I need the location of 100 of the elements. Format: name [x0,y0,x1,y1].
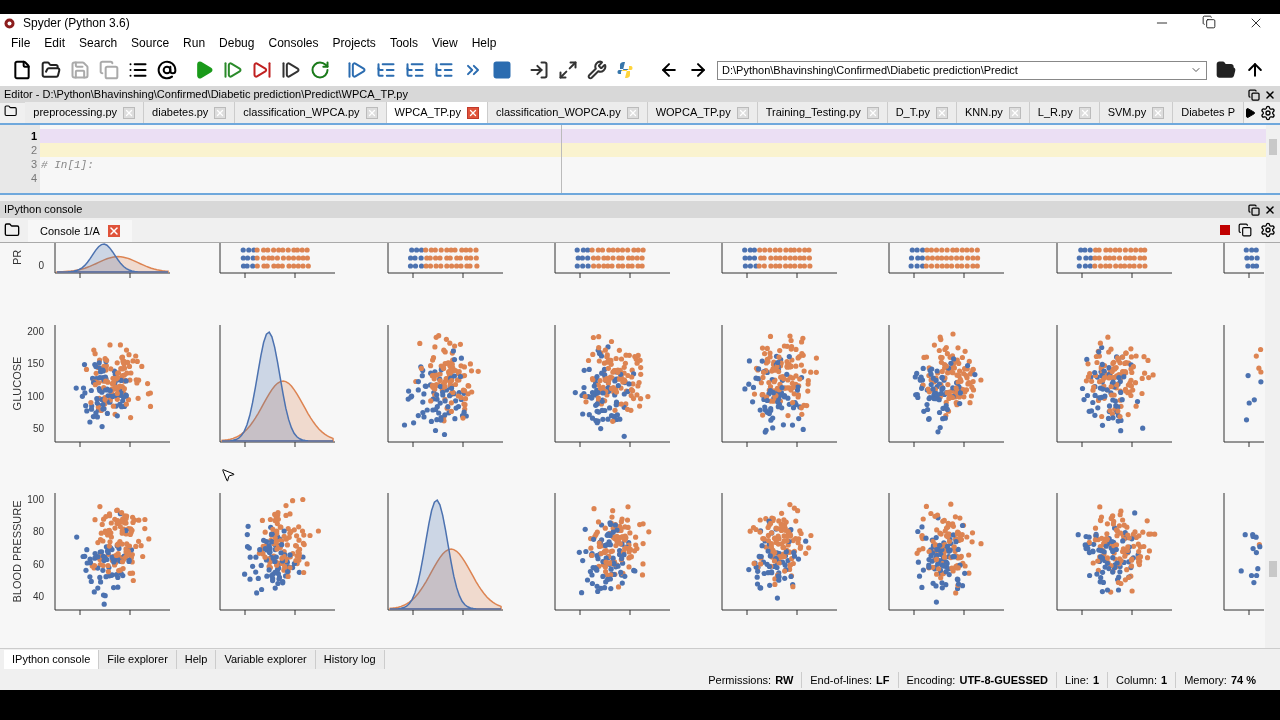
step-into-icon[interactable] [405,60,425,80]
axis-tick-label: 80 [32,526,44,538]
status-value: RW [775,672,794,688]
scrollbar-thumb[interactable] [1268,561,1277,577]
step-icon[interactable] [376,60,396,80]
pane-title: IPython console [4,202,83,218]
debug-icon[interactable] [347,60,367,80]
editor-tab[interactable]: L_R.py [1029,102,1100,123]
editor-tab[interactable]: classification_WOPCA.py [487,102,648,123]
editor-tab[interactable]: Diabetes P [1173,102,1244,123]
parent-folder-icon[interactable] [1245,60,1265,80]
fullscreen-icon[interactable] [558,60,578,80]
editor-tab[interactable]: SVM.py [1099,102,1174,123]
close-icon[interactable] [1264,203,1276,216]
undock-icon[interactable] [1248,88,1260,101]
axis-tick-label: 100 [27,390,44,402]
mouse-pointer-icon [220,467,236,483]
run-icon[interactable] [194,60,214,80]
status-label: Line: [1065,672,1089,688]
new-file-icon[interactable] [12,60,32,80]
run-selection-icon[interactable] [281,60,301,80]
line-number: 3 [29,157,38,171]
rerun-icon[interactable] [310,60,330,80]
code-comment: # In[1]: [41,159,94,171]
maximize-pane-icon[interactable] [529,60,549,80]
line-number: 2 [29,143,38,157]
editor-tab[interactable]: diabetes.py [144,102,236,123]
status-value: UTF-8-GUESSED [959,672,1049,688]
run-cell-advance-icon[interactable] [252,60,272,80]
axis-tick-label: 50 [32,423,44,434]
editor-tab[interactable]: WPCA_TP.py [386,102,488,123]
editor-tab[interactable]: KNN.py [956,102,1030,123]
axis-tick-label: 100 [27,494,44,505]
menu-item[interactable]: Help [464,34,504,52]
status-label: Permissions: [708,672,772,688]
run-cell-icon[interactable] [223,60,243,80]
open-folder-icon[interactable] [41,60,61,80]
menu-item[interactable]: Source [124,34,177,52]
editor-tab[interactable]: preprocessing.py [25,102,145,123]
menu-item[interactable]: File [4,34,38,52]
axis-tick-label: 60 [32,558,44,570]
axis-label: BLOOD PRESSURE [11,500,23,603]
status-value: 1 [1161,672,1168,688]
code-editor[interactable]: 1 2 3 4 # In[1]: [0,125,1280,195]
stop-icon[interactable] [492,60,512,80]
restore-icon[interactable] [1202,15,1216,29]
at-sign-icon[interactable] [157,60,177,80]
editor-tab[interactable]: Training_Testing.py [757,102,888,123]
scroll-tabs-icon[interactable] [1244,106,1256,119]
console-tab[interactable]: Console 1/A [28,220,132,242]
settings-icon[interactable] [1260,104,1276,121]
spider-icon [4,17,15,29]
status-label: Column: [1116,672,1157,688]
wrench-icon[interactable] [587,60,607,80]
editor-tab[interactable]: D_T.py [887,102,957,123]
menu-item[interactable]: Consoles [261,34,326,52]
menu-item[interactable]: Projects [325,34,383,52]
menu-item[interactable]: View [424,34,465,52]
status-value: 74 % [1230,672,1256,688]
axis-tick-label: 40 [32,591,44,602]
menu-item[interactable]: Tools [382,34,425,52]
browse-folder-icon[interactable] [1216,60,1236,80]
line-number: 4 [29,171,38,185]
status-value: 1 [1092,672,1100,688]
settings-icon[interactable] [1260,222,1276,238]
forward-arrow-icon[interactable] [688,60,708,80]
axis-label: PR [11,249,23,265]
path-field[interactable]: D:\Python\Bhavinshing\Confirmed\Diabetic prediction\Predict [717,60,1207,80]
menu-item[interactable]: Search [72,34,125,52]
close-tab-icon[interactable] [466,106,479,119]
status-label: Encoding: [906,672,956,688]
undock-icon[interactable] [1248,203,1260,216]
editor-tab[interactable]: classification_WPCA.py [235,102,387,123]
pane-tab[interactable]: File explorer [99,650,177,669]
line-number: 1 [29,129,38,143]
back-arrow-icon[interactable] [659,60,679,80]
scrollbar-thumb[interactable] [1269,139,1277,155]
python-logo-icon[interactable] [616,61,634,79]
step-return-icon[interactable] [434,60,454,80]
pane-title: Editor - D:\Python\Bhavinshing\Confirmed\Diabetic prediction\Predict\WPCA_TP.py [4,87,408,103]
close-icon[interactable] [1264,88,1276,101]
editor-tab[interactable]: WOPCA_TP.py [647,102,758,123]
menu-item[interactable]: Run [176,34,213,52]
folder-icon[interactable] [4,103,18,119]
menu-item[interactable]: Debug [212,34,262,52]
status-label: Memory: [1184,672,1227,688]
axis-tick-label: 0 [38,260,44,271]
plot-axes [1223,243,1265,279]
axis-label: GLUCOSE [11,356,23,411]
pane-tab[interactable]: History log [315,650,385,669]
axis-tick-label: 150 [27,358,44,370]
list-icon[interactable] [128,60,148,80]
status-value: LF [876,672,890,688]
folder-icon[interactable] [4,222,20,238]
menu-item[interactable]: Edit [37,34,73,52]
window-title: Spyder (Python 3.6) [23,15,130,32]
pane-tab[interactable]: IPython console [4,650,100,669]
close-tab-icon[interactable] [107,225,120,237]
pane-tab[interactable]: Help [176,650,217,669]
pane-tab[interactable]: Variable explorer [216,650,316,669]
